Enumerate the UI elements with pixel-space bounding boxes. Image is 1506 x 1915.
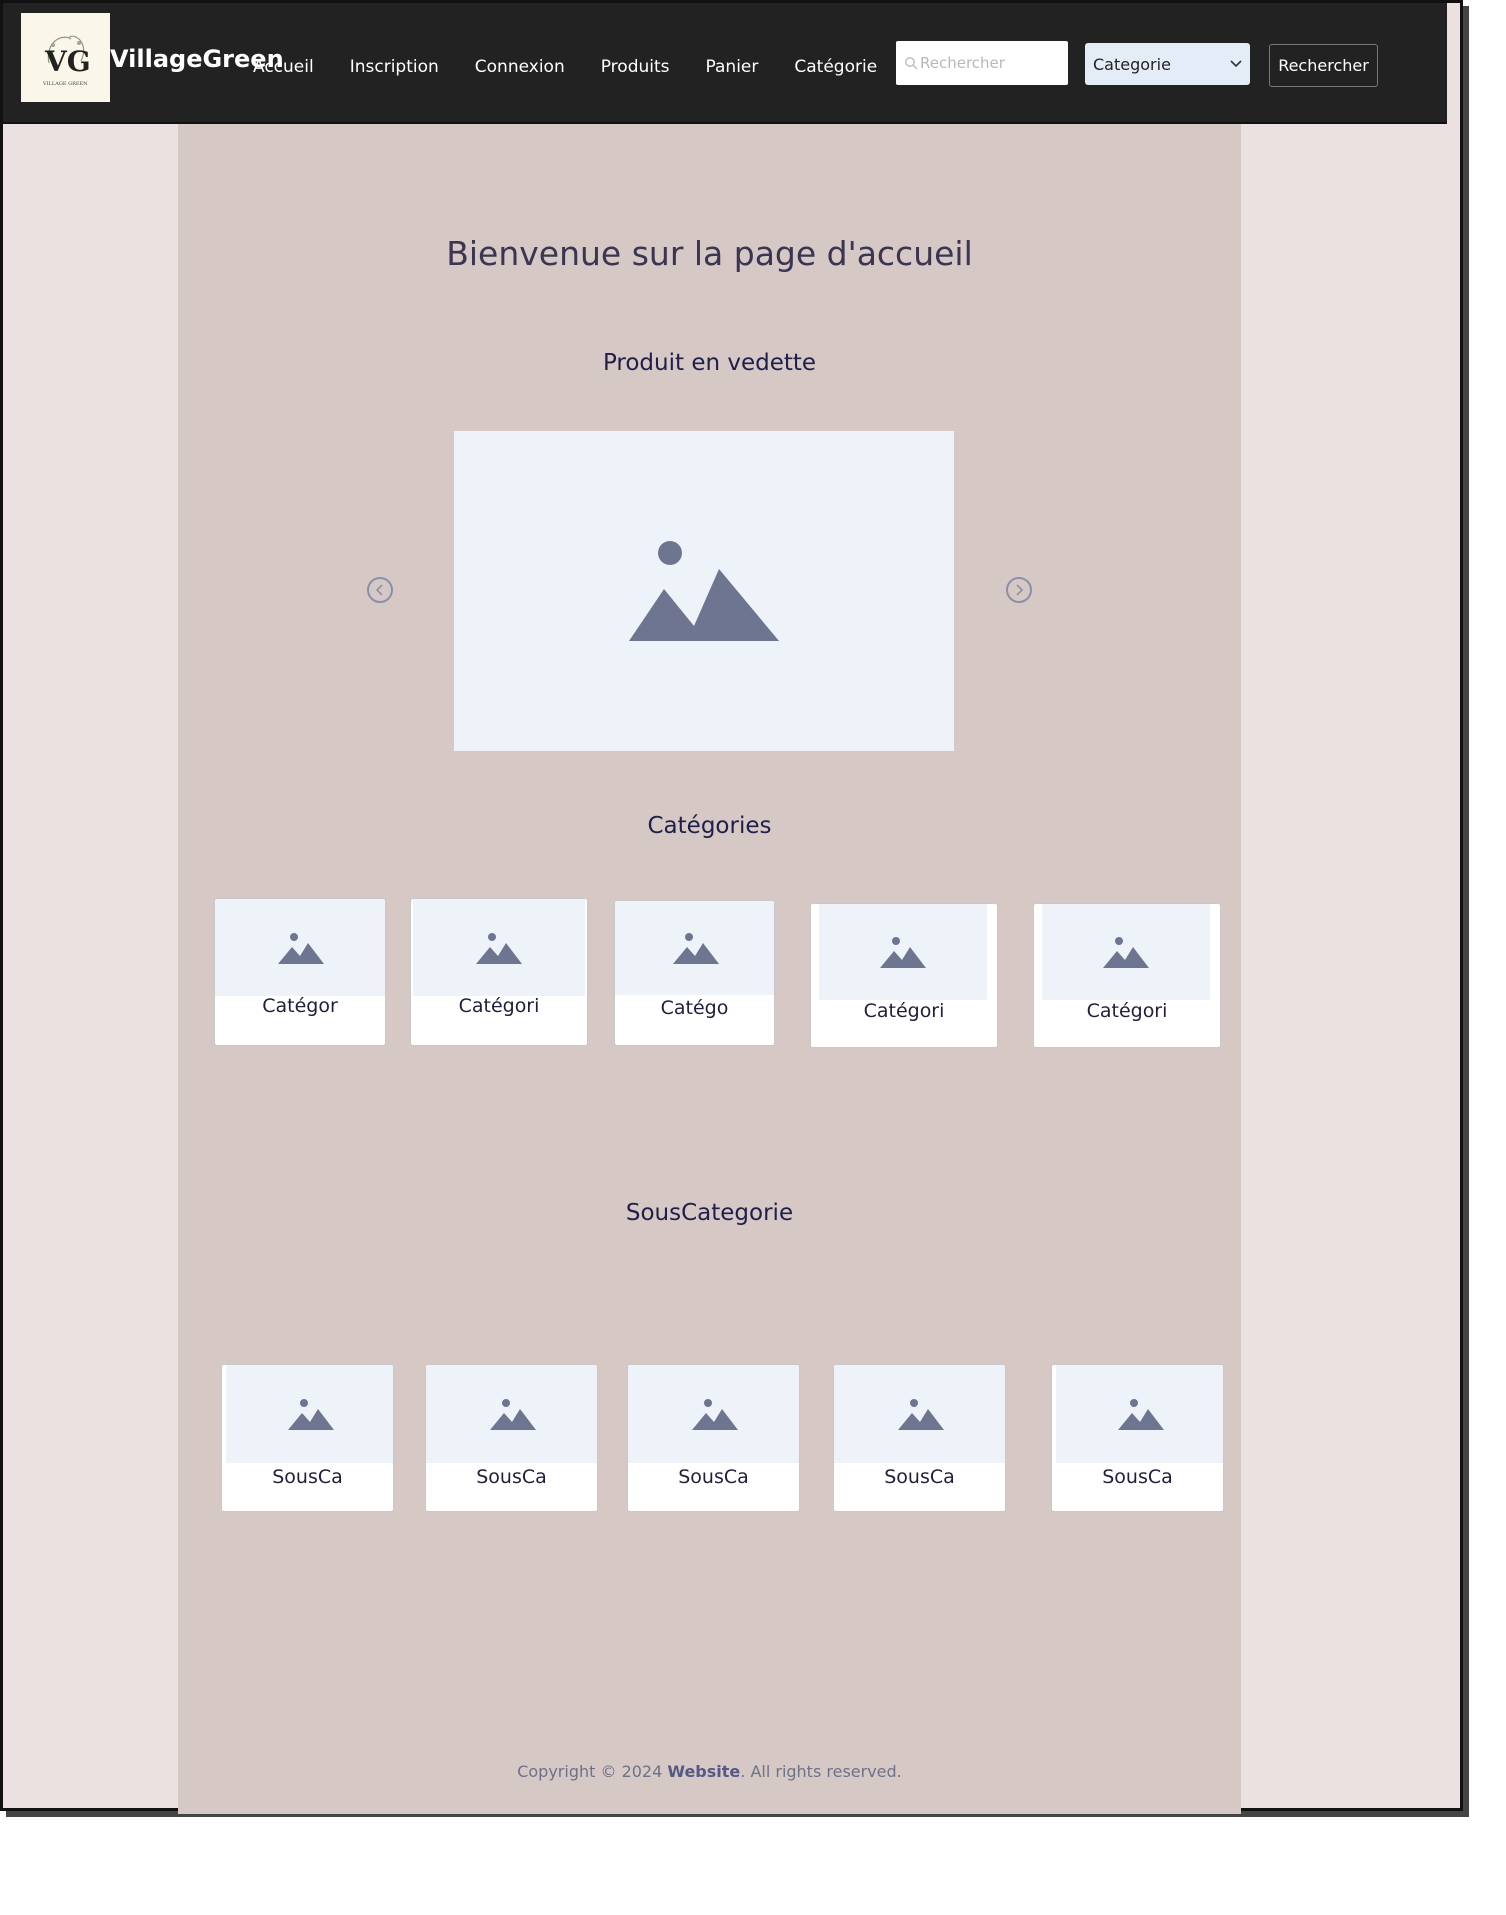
carousel-prev-button[interactable] bbox=[367, 577, 393, 603]
featured-title: Produit en vedette bbox=[602, 350, 817, 376]
footer-prefix: Copyright © 2024 bbox=[517, 1762, 668, 1781]
nav-categorie[interactable]: Catégorie bbox=[794, 57, 877, 77]
category-label: Catégori bbox=[458, 995, 540, 1017]
nav-panier[interactable]: Panier bbox=[706, 57, 759, 77]
category-label: Catégo bbox=[660, 997, 729, 1019]
featured-product-image[interactable] bbox=[454, 431, 954, 751]
search-field[interactable] bbox=[896, 41, 1068, 85]
category-image bbox=[215, 899, 385, 996]
subcategory-image bbox=[1056, 1365, 1223, 1463]
subcategory-image bbox=[834, 1365, 1005, 1463]
subcategory-label: SousCa bbox=[272, 1466, 343, 1488]
nav-inscription[interactable]: Inscription bbox=[350, 57, 439, 77]
nav-connexion[interactable]: Connexion bbox=[475, 57, 565, 77]
image-icon bbox=[672, 933, 719, 964]
image-icon bbox=[1117, 1399, 1164, 1430]
category-select-value: Categorie bbox=[1093, 54, 1171, 74]
logo-icon: VG VILLAGE GREEN bbox=[42, 35, 91, 87]
categories-title: Catégories bbox=[647, 813, 772, 839]
svg-text:VILLAGE GREEN: VILLAGE GREEN bbox=[42, 81, 88, 87]
category-image bbox=[819, 904, 987, 1000]
chevron-down-icon bbox=[1230, 60, 1242, 68]
carousel-next-button[interactable] bbox=[1006, 577, 1032, 603]
footer-copyright: Copyright © 2024 Website. All rights res… bbox=[178, 1762, 1241, 1781]
nav-accueil[interactable]: Accueil bbox=[253, 57, 314, 77]
image-icon bbox=[880, 937, 926, 968]
subcategory-image bbox=[226, 1365, 393, 1463]
category-card[interactable]: Catégor bbox=[214, 898, 386, 1046]
category-card[interactable]: Catégo bbox=[614, 900, 775, 1046]
footer-site-link[interactable]: Website bbox=[667, 1762, 740, 1781]
category-image bbox=[413, 899, 585, 996]
nav-links: Accueil Inscription Connexion Produits P… bbox=[253, 57, 913, 77]
browser-frame: VG VILLAGE GREEN VillageGreen Accueil In… bbox=[0, 0, 1463, 1814]
subcategory-label: SousCa bbox=[678, 1466, 749, 1488]
svg-text:VG: VG bbox=[44, 45, 91, 78]
search-icon bbox=[905, 57, 918, 70]
search-button[interactable]: Rechercher bbox=[1269, 44, 1378, 87]
subcategory-card[interactable]: SousCa bbox=[221, 1364, 394, 1512]
footer-suffix: . All rights reserved. bbox=[740, 1762, 902, 1781]
image-icon bbox=[287, 1399, 334, 1430]
subcategory-card[interactable]: SousCa bbox=[425, 1364, 598, 1512]
category-image bbox=[615, 901, 774, 995]
chevron-left-icon bbox=[375, 584, 383, 596]
image-icon bbox=[1103, 937, 1149, 968]
navbar: VG VILLAGE GREEN VillageGreen Accueil In… bbox=[3, 3, 1447, 124]
main-content: Bienvenue sur la page d'accueil Produit … bbox=[178, 124, 1241, 1814]
logo[interactable]: VG VILLAGE GREEN bbox=[21, 13, 110, 102]
subcategory-label: SousCa bbox=[476, 1466, 547, 1488]
nav-produits[interactable]: Produits bbox=[601, 57, 670, 77]
subcategory-card[interactable]: SousCa bbox=[1051, 1364, 1224, 1512]
category-label: Catégori bbox=[1086, 1000, 1168, 1022]
category-card[interactable]: Catégori bbox=[1033, 903, 1221, 1048]
search-input[interactable] bbox=[918, 53, 1062, 73]
image-icon bbox=[691, 1399, 738, 1430]
subcategory-label: SousCa bbox=[884, 1466, 955, 1488]
category-image bbox=[1042, 904, 1210, 1000]
category-card[interactable]: Catégori bbox=[810, 903, 998, 1048]
category-card[interactable]: Catégori bbox=[410, 898, 588, 1046]
subcategory-image bbox=[426, 1365, 597, 1463]
subcategories-title: SousCategorie bbox=[625, 1200, 794, 1226]
category-select[interactable]: Categorie bbox=[1085, 43, 1250, 85]
category-label: Catégori bbox=[863, 1000, 945, 1022]
image-icon bbox=[897, 1399, 944, 1430]
category-label: Catégor bbox=[262, 995, 338, 1017]
image-icon bbox=[278, 932, 324, 964]
image-icon bbox=[629, 541, 779, 641]
subcategory-label: SousCa bbox=[1102, 1466, 1173, 1488]
subcategory-card[interactable]: SousCa bbox=[627, 1364, 800, 1512]
chevron-right-icon bbox=[1016, 584, 1024, 596]
subcategory-card[interactable]: SousCa bbox=[833, 1364, 1006, 1512]
image-icon bbox=[489, 1399, 536, 1430]
subcategory-image bbox=[628, 1365, 799, 1463]
image-icon bbox=[476, 932, 522, 964]
page-title: Bienvenue sur la page d'accueil bbox=[446, 234, 973, 273]
